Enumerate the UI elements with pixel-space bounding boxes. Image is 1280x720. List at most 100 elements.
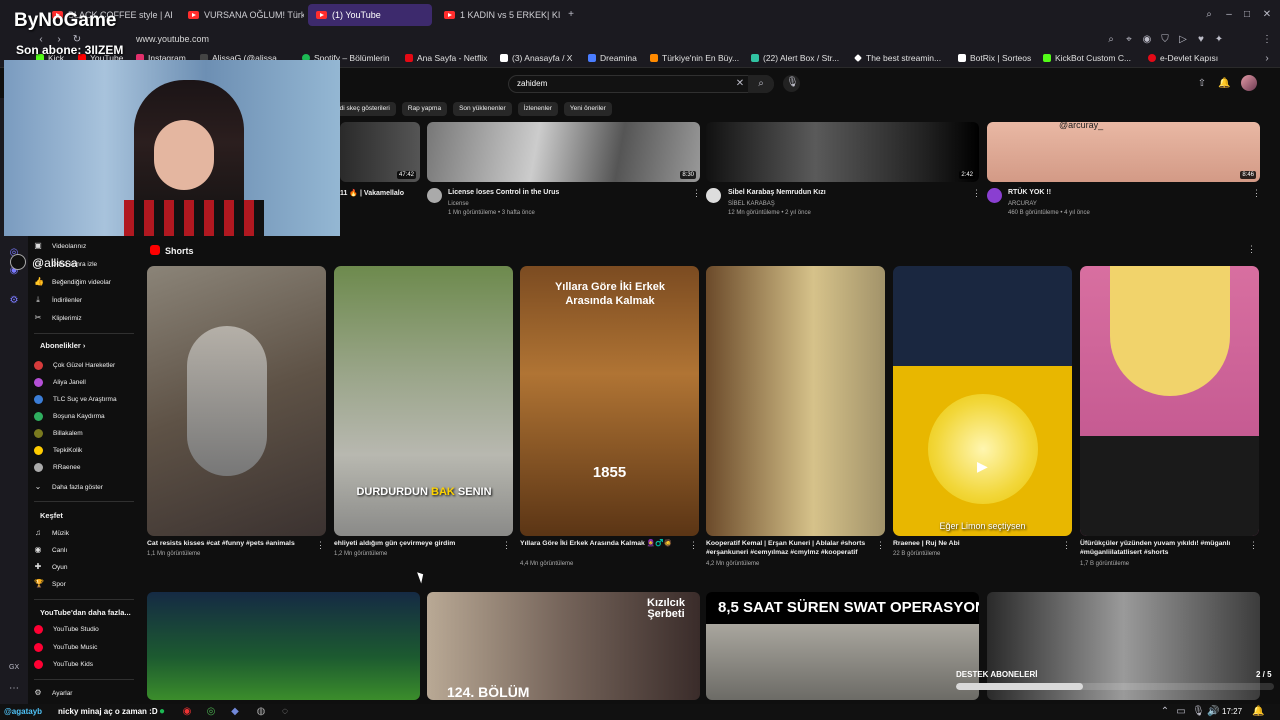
maximize-icon[interactable]: □ [1242, 10, 1252, 20]
short-thumbnail[interactable]: DURDURDUN BAK SENIN [334, 266, 513, 536]
shield-icon[interactable]: ⛉ [1160, 35, 1170, 45]
short-title[interactable]: Rraenee | Ruj Ne Abi [893, 539, 1063, 548]
close-icon[interactable]: ✕ [1262, 10, 1272, 20]
subscription-item[interactable]: Aliya Janell [34, 378, 86, 387]
bookmark-x[interactable]: (3) Anasayfa / X [500, 53, 572, 63]
spotify-icon[interactable]: ● [157, 707, 167, 717]
search-button[interactable]: ⌕ [748, 75, 774, 93]
sidebar-item-youtube-kids[interactable]: YouTube Kids [34, 660, 93, 669]
extensions-icon[interactable]: ✦ [1214, 35, 1224, 45]
bookmark-turkiye[interactable]: Türkiye'nin En Büy... [650, 53, 739, 63]
subscription-item[interactable]: RRaenee [34, 463, 80, 472]
url-field[interactable]: www.youtube.com [136, 34, 209, 44]
sidebar-item-your-videos[interactable]: ▣ Videolarınız [34, 242, 86, 250]
chip[interactable]: Yeni öneriler [563, 102, 612, 116]
heart-icon[interactable]: ♥ [1196, 35, 1206, 45]
short-title[interactable]: Yıllara Göre İki Erkek Arasında Kalmak 🧕… [520, 539, 690, 548]
browser-tab-active[interactable]: (1) YouTube [308, 4, 432, 26]
short-title[interactable]: Kooperatif Kemal | Erşan Kuneri | Ablala… [706, 539, 876, 557]
channel-name[interactable]: ARCURAY [1008, 201, 1037, 207]
show-more-button[interactable]: ⌄ Daha fazla göster [34, 483, 103, 491]
app-icon[interactable]: ◍ [256, 707, 266, 717]
video-thumbnail[interactable]: Kızılcık Şerbeti 124. BÖLÜM [427, 592, 700, 700]
bookmark-kickbot[interactable]: KickBot Custom C... [1043, 53, 1131, 63]
video-thumbnail[interactable]: 2:42 [706, 122, 979, 182]
video-thumbnail[interactable]: @arcuray_ 8:46 [987, 122, 1260, 182]
chrome-icon[interactable]: ◎ [206, 707, 216, 717]
voice-search-button[interactable]: 🎙 [783, 75, 800, 92]
bookmark-botrix[interactable]: BotRix | Sorteos [958, 53, 1031, 63]
upload-icon[interactable]: ⇧ [1197, 79, 1207, 89]
bookmark-alertbox[interactable]: (22) Alert Box / Str... [751, 53, 839, 63]
short-thumbnail[interactable] [1080, 266, 1259, 536]
subscriptions-heading[interactable]: Abonelikler › [40, 341, 85, 350]
sidebar-item-youtube-music[interactable]: YouTube Music [34, 643, 97, 652]
sidebar-item-youtube-studio[interactable]: YouTube Studio [34, 625, 99, 634]
sidebar-item-settings[interactable]: ⚙ Ayarlar [34, 689, 72, 697]
more-options-icon[interactable]: ⋮ [1252, 188, 1261, 199]
sidebar-item-clips[interactable]: ✂ Kliplerimiz [34, 314, 82, 322]
bookmark-netflix[interactable]: Ana Sayfa - Netflix [405, 53, 487, 63]
volume-icon[interactable]: 🔊 [1207, 707, 1219, 717]
more-options-icon[interactable]: ⋮ [692, 188, 701, 199]
chip[interactable]: İzlenenler [517, 102, 558, 116]
bookmark-edevlet[interactable]: e-Devlet Kapısı [1148, 53, 1218, 63]
chip[interactable]: Rap yapma [401, 102, 448, 116]
video-title[interactable]: RTÜK YOK !! [1008, 189, 1051, 196]
video-thumbnail[interactable] [147, 592, 420, 700]
bookmark-streaming[interactable]: The best streamin... [854, 53, 941, 63]
opera-icon[interactable]: ◉ [182, 707, 192, 717]
network-icon[interactable]: ▭ [1176, 707, 1186, 717]
more-options-icon[interactable]: ⋮ [1062, 540, 1071, 551]
channel-name[interactable]: SİBEL KARABAŞ [728, 201, 775, 207]
channel-avatar[interactable] [706, 188, 721, 203]
short-title[interactable]: ehliyeti aldığım gün çevirmeye girdim [334, 539, 504, 548]
video-title[interactable]: 11 🔥 | Vakamellalo [340, 189, 404, 197]
sidebar-item-sports[interactable]: 🏆 Spor [34, 580, 66, 588]
channel-avatar[interactable] [987, 188, 1002, 203]
bookmark-dreamina[interactable]: Dreamina [588, 53, 637, 63]
sidebar-item-downloads[interactable]: ⤓ İndirilenler [34, 296, 82, 304]
subscription-item[interactable]: Boşuna Kaydırma [34, 412, 105, 421]
microphone-icon[interactable]: 🎙 [1192, 707, 1205, 717]
menu-icon[interactable]: ⋮ [1262, 35, 1272, 45]
play-icon[interactable]: ▷ [1178, 35, 1188, 45]
video-thumbnail[interactable]: 47:42 [340, 122, 420, 182]
chip[interactable]: Son yüklenenler [453, 102, 512, 116]
sidebar-item-live[interactable]: ◉ Canlı [34, 546, 68, 554]
settings-icon[interactable]: ⚙ [9, 296, 19, 306]
shelf-options-icon[interactable]: ⋮ [1247, 244, 1256, 255]
subscription-item[interactable]: Çok Güzel Hareketler [34, 361, 115, 370]
pin-icon[interactable]: ⌖ [1124, 35, 1134, 45]
camera-icon[interactable]: ◉ [1142, 35, 1152, 45]
more-options-icon[interactable]: ⋮ [689, 540, 698, 551]
browser-tab[interactable]: VURSANA OĞLUM! Türki [180, 4, 304, 26]
video-title[interactable]: License loses Control in the Urus [448, 189, 559, 196]
video-thumbnail[interactable]: 8,5 SAAT SÜREN SWAT OPERASYONU [706, 592, 979, 700]
more-options-icon[interactable]: ⋮ [972, 188, 981, 199]
clear-search-icon[interactable]: ✕ [735, 79, 745, 89]
subscription-item[interactable]: TepkiKolik [34, 446, 82, 455]
discord-icon[interactable]: ◆ [230, 707, 240, 717]
more-options-icon[interactable]: ⋮ [316, 540, 325, 551]
more-options-icon[interactable]: ⋮ [1249, 540, 1258, 551]
notifications-icon[interactable]: 🔔 [1252, 707, 1264, 717]
more-options-icon[interactable]: ⋮ [876, 540, 885, 551]
minimize-icon[interactable]: – [1224, 10, 1234, 20]
sidebar-item-music[interactable]: ♫ Müzik [34, 529, 69, 537]
browser-tab[interactable]: 1 KADIN vs 5 ERKEK| KIYA [436, 4, 560, 26]
search-icon[interactable]: ⌕ [1204, 10, 1214, 20]
zoom-icon[interactable]: ⌕ [1106, 35, 1116, 45]
video-thumbnail[interactable]: 8:30 [427, 122, 700, 182]
subscription-item[interactable]: Billakalem [34, 429, 83, 438]
subscription-item[interactable]: TLC Suç ve Araştırma [34, 395, 117, 404]
short-title[interactable]: Üfürükçüler yüzünden yuvam yıkıldı! #müg… [1080, 539, 1250, 557]
avatar[interactable] [1241, 75, 1257, 91]
short-thumbnail[interactable] [706, 266, 885, 536]
more-icon[interactable]: ⋯ [9, 684, 19, 694]
short-thumbnail[interactable]: ▶ Eğer Limon seçtiysen [893, 266, 1072, 536]
tray-expand-icon[interactable]: ⌃ [1160, 707, 1170, 717]
short-thumbnail[interactable] [147, 266, 326, 536]
more-options-icon[interactable]: ⋮ [502, 540, 511, 551]
video-title[interactable]: Sibel Karabaş Nemrudun Kızı [728, 189, 826, 196]
